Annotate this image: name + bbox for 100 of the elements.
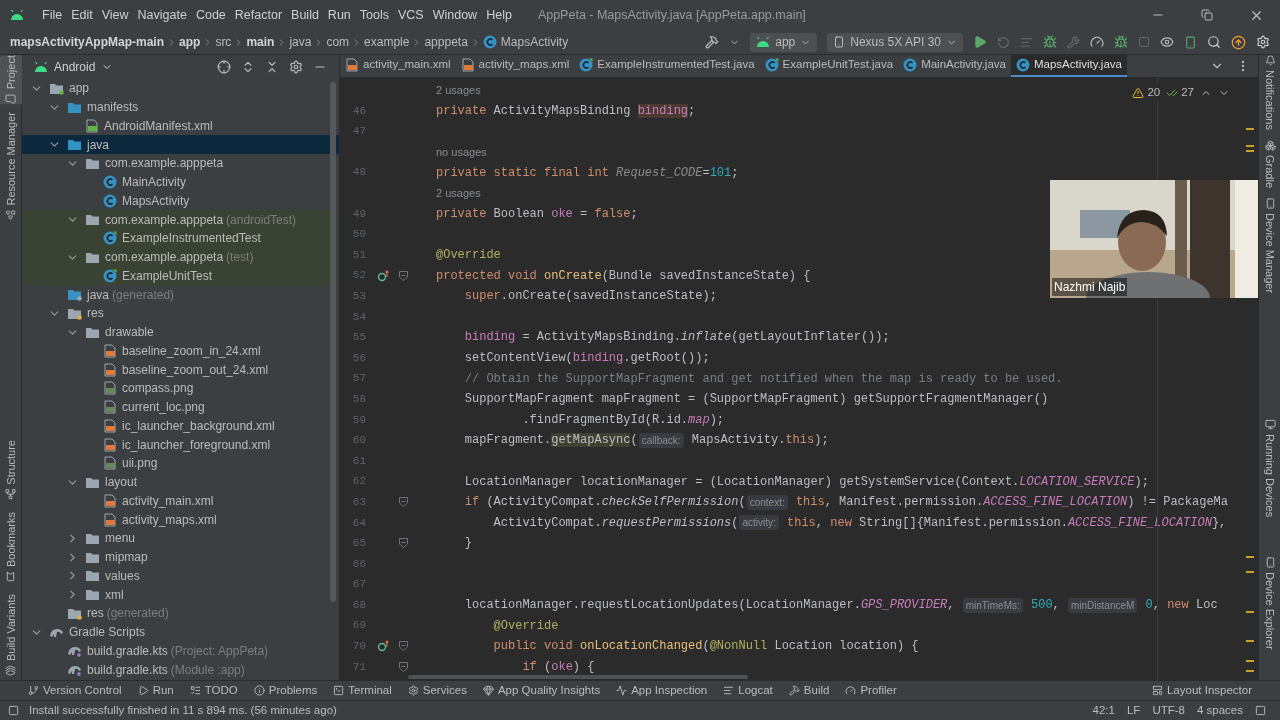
tool-window-button[interactable]: Project: [0, 55, 22, 105]
editor-tab[interactable]: ExampleInstrumentedTest.java: [574, 55, 760, 77]
tree-item[interactable]: manifests: [22, 97, 339, 117]
tree-item[interactable]: app: [22, 79, 339, 98]
tool-window-button[interactable]: Run: [137, 681, 174, 700]
tree-item[interactable]: current_loc.png: [22, 397, 339, 417]
tool-window-button[interactable]: Gradle: [1259, 139, 1280, 188]
gauge-icon[interactable]: [1090, 35, 1104, 49]
weak-warning-count[interactable]: 27: [1166, 84, 1194, 102]
tool-window-button[interactable]: Layout Inspector: [1151, 681, 1252, 700]
device-dropdown[interactable]: Nexus 5X API 30: [827, 32, 963, 52]
menu-title[interactable]: Run: [323, 5, 355, 25]
menu-title[interactable]: Edit: [67, 5, 97, 25]
tool-window-button[interactable]: Device Manager: [1259, 197, 1280, 294]
fold-icon[interactable]: [398, 641, 408, 652]
menu-title[interactable]: Help: [482, 5, 516, 25]
breadcrumb[interactable]: MapsActivity: [482, 33, 569, 51]
menu-title[interactable]: VCS: [394, 5, 428, 25]
tree-item[interactable]: build.gradle.kts (Module :app): [22, 660, 339, 679]
restore-icon[interactable]: [1201, 9, 1213, 21]
fold-icon[interactable]: [398, 497, 408, 508]
tree-item[interactable]: build.gradle.kts (Project: AppPeta): [22, 641, 339, 661]
settings-icon[interactable]: [289, 59, 303, 74]
tree-item[interactable]: layout: [22, 472, 339, 492]
tool-window-button[interactable]: Logcat: [723, 681, 773, 700]
line-separator[interactable]: LF: [1126, 701, 1141, 720]
tool-window-button[interactable]: Terminal: [333, 681, 392, 700]
tree-item[interactable]: values: [22, 566, 339, 586]
breadcrumb[interactable]: example: [364, 33, 410, 51]
project-view-dropdown[interactable]: Android: [34, 57, 114, 76]
file-encoding[interactable]: UTF-8: [1152, 701, 1185, 720]
editor-tab[interactable]: MapsActivity.java: [1010, 55, 1127, 77]
caret-position[interactable]: 42:1: [1092, 701, 1115, 720]
bug-icon[interactable]: [1043, 35, 1057, 49]
fold-icon[interactable]: [398, 538, 408, 549]
tree-item[interactable]: uii.png: [22, 454, 339, 473]
tool-window-button[interactable]: Services: [407, 681, 467, 700]
tree-item[interactable]: res (generated): [22, 604, 339, 623]
usage-hint[interactable]: 2 usages: [436, 185, 481, 202]
implements-icon[interactable]: [377, 269, 389, 282]
tool-window-button[interactable]: Problems: [253, 681, 318, 700]
tree-item[interactable]: MainActivity: [22, 172, 339, 192]
tree-item[interactable]: compass.png: [22, 379, 339, 398]
tree-item[interactable]: mipmap: [22, 547, 339, 567]
tool-window-button[interactable]: Profiler: [845, 681, 897, 700]
breadcrumb[interactable]: apppeta: [424, 33, 468, 51]
menu-title[interactable]: Tools: [355, 5, 393, 25]
eye-icon[interactable]: [1160, 35, 1174, 49]
menu-title[interactable]: View: [97, 5, 133, 25]
breadcrumb[interactable]: java: [289, 33, 312, 51]
stop-icon[interactable]: [1138, 36, 1150, 48]
breadcrumb[interactable]: mapsActivityAppMap-main: [10, 33, 165, 51]
tool-window-button[interactable]: Structure: [0, 440, 22, 500]
implements-icon[interactable]: [377, 640, 389, 653]
bug-icon[interactable]: [1114, 35, 1128, 49]
menu-title[interactable]: File: [38, 5, 67, 25]
run-icon[interactable]: [973, 35, 987, 49]
tool-window-button[interactable]: Running Devices: [1259, 419, 1280, 518]
breadcrumb[interactable]: src: [215, 33, 232, 51]
editor-tab[interactable]: ExampleUnitTest.java: [759, 55, 899, 77]
collapse-all-icon[interactable]: [265, 59, 279, 74]
editor-tab[interactable]: activity_main.xml: [340, 55, 456, 77]
tool-window-button[interactable]: Build: [788, 681, 830, 700]
tree-item[interactable]: baseline_zoom_out_24.xml: [22, 360, 339, 379]
fold-icon[interactable]: [398, 661, 408, 672]
menu-title[interactable]: Navigate: [133, 5, 191, 25]
tree-item[interactable]: activity_main.xml: [22, 491, 339, 511]
tool-window-button[interactable]: TODO: [189, 681, 238, 700]
tree-item[interactable]: ic_launcher_foreground.xml: [22, 435, 339, 454]
tree-item[interactable]: MapsActivity: [22, 191, 339, 211]
settings-icon[interactable]: [1256, 35, 1270, 49]
breadcrumb[interactable]: com: [326, 33, 350, 51]
editor-tab[interactable]: MainActivity.java: [898, 55, 1011, 77]
tree-item[interactable]: xml: [22, 585, 339, 604]
menu-title[interactable]: Window: [428, 5, 482, 25]
tree-item[interactable]: java: [22, 135, 339, 154]
scrollbar-thumb[interactable]: [330, 82, 336, 602]
indent-setting[interactable]: 4 spaces: [1196, 701, 1243, 720]
breadcrumb[interactable]: main: [246, 33, 275, 51]
tree-item[interactable]: com.example.apppeta (androidTest): [22, 210, 339, 229]
tool-window-button[interactable]: Resource Manager: [0, 112, 22, 221]
warning-count[interactable]: 20: [1132, 84, 1161, 102]
search-icon[interactable]: [1207, 35, 1221, 49]
rerun-icon[interactable]: [997, 35, 1010, 49]
tool-window-button[interactable]: Device Explorer: [1259, 557, 1280, 650]
panel-toggle-icon[interactable]: [8, 705, 19, 716]
lines-icon[interactable]: [1020, 35, 1033, 49]
fold-icon[interactable]: [398, 270, 408, 281]
editor-tab[interactable]: activity_maps.xml: [455, 55, 575, 77]
wrench-icon[interactable]: [1067, 35, 1080, 49]
hammer-icon[interactable]: [705, 35, 720, 49]
menu-title[interactable]: Refactor: [230, 5, 287, 25]
tool-window-button[interactable]: Version Control: [28, 681, 122, 700]
update-icon[interactable]: [1231, 34, 1246, 50]
tree-item[interactable]: drawable: [22, 322, 339, 342]
lock-icon[interactable]: [1255, 705, 1266, 716]
tree-item[interactable]: com.example.apppeta: [22, 154, 339, 173]
tree-item[interactable]: Gradle Scripts: [22, 622, 339, 642]
menu-title[interactable]: Code: [191, 5, 230, 25]
scrollbar-thumb[interactable]: [408, 675, 748, 679]
